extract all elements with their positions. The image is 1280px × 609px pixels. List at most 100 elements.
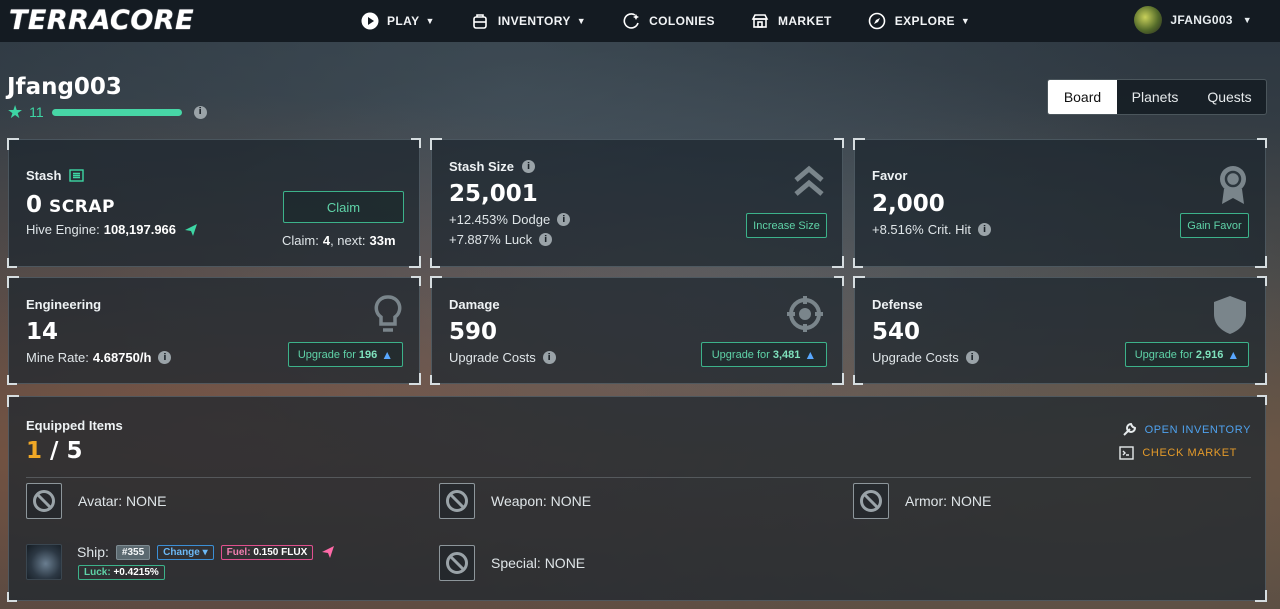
backpack-icon [471,12,490,31]
stash-size-title: Stash Size i [449,159,536,174]
luck-row: +7.887% Luck i [449,232,553,247]
stash-title: Stash [26,168,85,183]
xp-progress-bar [51,108,182,116]
stash-value: 0 SCRAP [26,192,115,218]
luck-label: Luck [504,232,533,247]
chevron-down-icon: ▼ [425,16,435,26]
hive-value: 108,197.966 [103,222,177,237]
nav-explore[interactable]: EXPLORE ▼ [868,12,970,31]
planet-icon [622,12,641,31]
flux-icon: ▲ [804,347,817,362]
claim-next: 33m [369,233,396,248]
info-icon[interactable]: i [557,213,571,226]
terracore-logo[interactable]: TERRACORE [9,5,194,36]
info-icon[interactable]: i [193,105,207,119]
luck-value: +7.887% [449,232,501,247]
ship-fuel-badge: Fuel: 0.150 FLUX [220,544,314,560]
list-icon[interactable] [69,169,85,182]
star-icon: ★ [7,102,24,122]
engineering-card: Engineering 14 Mine Rate: 4.68750/h i Up… [7,276,421,385]
slot-avatar-label: Avatar: NONE [78,493,167,509]
hive-label: Hive Engine: [26,222,100,237]
ship-label: Ship: [77,544,109,560]
stash-size-title-label: Stash Size [449,159,515,174]
info-icon[interactable]: i [539,233,553,246]
user-menu[interactable]: JFANG003 ▼ [1134,6,1252,34]
luck-label: Luck: [84,567,111,578]
luck-value: +0.4215% [113,567,159,578]
wrench-icon [1122,422,1137,437]
upgrade-cost: 196 [358,348,378,361]
level-row: ★ 11 i [7,102,207,122]
claim-button[interactable]: Claim [283,191,404,223]
slot-weapon[interactable]: Weapon: NONE [439,483,591,519]
mine-rate-value: 4.68750/h [92,350,152,365]
ship-row: Ship: #355 Change ▾ Fuel: 0.150 FLUX [77,544,335,560]
level-number: 11 [29,104,44,120]
info-icon[interactable]: i [522,160,536,173]
open-inventory-link[interactable]: OPEN INVENTORY [1122,422,1251,437]
claim-next-label: , next: [330,233,366,248]
open-inventory-label: OPEN INVENTORY [1144,423,1251,436]
upgrade-engineering-button[interactable]: Upgrade for 196 ▲ [288,342,403,367]
slot-armor[interactable]: Armor: NONE [853,483,991,519]
slot-armor-label: Armor: NONE [905,493,992,509]
store-icon [751,12,770,31]
info-icon[interactable]: i [965,351,979,364]
nav-market[interactable]: MARKET [751,12,832,31]
stash-unit: SCRAP [49,197,115,217]
defense-card: Defense 540 Upgrade Costs i Upgrade for … [853,276,1267,385]
damage-costs-row: Upgrade Costs i [449,350,556,365]
nav-colonies[interactable]: COLONIES [622,12,715,31]
send-icon[interactable] [184,223,198,237]
slot-empty-icon [439,545,475,581]
check-market-link[interactable]: CHECK MARKET [1119,446,1237,460]
info-icon[interactable]: i [158,351,172,364]
crosshair-icon [785,294,825,339]
divider [26,477,1251,478]
upgrade-label: Upgrade for [711,348,770,361]
crit-row: +8.516% Crit. Hit i [872,222,992,237]
slot-empty-icon [853,483,889,519]
send-icon[interactable] [321,545,335,559]
info-icon[interactable]: i [542,351,556,364]
slot-avatar[interactable]: Avatar: NONE [26,483,166,519]
defense-costs-label: Upgrade Costs [872,350,959,365]
ship-thumbnail[interactable] [26,544,62,580]
chevrons-up-icon [792,164,826,203]
upgrade-defense-button[interactable]: Upgrade for 2,916 ▲ [1125,342,1249,367]
stash-title-label: Stash [26,168,62,183]
damage-value: 590 [449,319,498,345]
nav-inventory[interactable]: INVENTORY ▼ [471,12,586,31]
nav-explore-label: EXPLORE [894,14,955,28]
equipped-items-card: Equipped Items 1 / 5 OPEN INVENTORY CHEC… [7,395,1267,602]
claim-label: Claim: [282,233,319,248]
terminal-icon [1119,446,1135,460]
lightbulb-icon [373,294,403,341]
gain-favor-button[interactable]: Gain Favor [1180,213,1249,238]
stash-card: Stash 0 SCRAP Hive Engine: 108,197.966 C… [7,138,421,268]
tab-planets[interactable]: Planets [1117,80,1193,114]
upgrade-damage-button[interactable]: Upgrade for 3,481 ▲ [701,342,827,367]
equipped-title: Equipped Items [26,418,123,433]
slot-special[interactable]: Special: NONE [439,545,585,581]
nav-play[interactable]: PLAY ▼ [360,12,435,31]
slot-empty-icon [439,483,475,519]
increase-size-button[interactable]: Increase Size [746,213,827,238]
slot-special-label: Special: NONE [491,555,586,571]
ship-change-label: Change [163,546,200,558]
tab-board[interactable]: Board [1048,80,1117,114]
stash-size-value: 25,001 [449,181,538,207]
engineering-value: 14 [26,319,59,345]
tab-quests[interactable]: Quests [1193,80,1266,114]
info-icon[interactable]: i [978,223,992,236]
claim-count: 4 [322,233,331,248]
chevron-down-icon: ▼ [576,16,587,26]
stash-amount: 0 [26,192,43,218]
engineering-title: Engineering [26,297,102,312]
fuel-value: 0.150 FLUX [253,546,308,558]
ship-change-button[interactable]: Change ▾ [157,544,214,560]
view-tabs: Board Planets Quests [1047,79,1267,115]
xp-progress-fill [51,108,182,116]
upgrade-cost: 2,916 [1195,348,1224,361]
